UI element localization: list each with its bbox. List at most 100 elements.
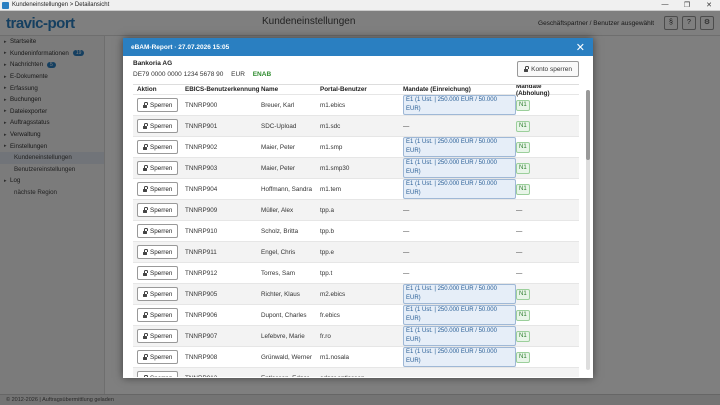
lock-icon [524, 66, 529, 72]
cell-portal-user: m1.smp30 [320, 165, 403, 172]
cell-mandate-submission: E1 (1 Ust. | 250.000 EUR / 50.000 EUR) [403, 179, 516, 199]
lock-user-label: Sperren [150, 290, 173, 298]
cell-name: Richter, Klaus [261, 291, 320, 298]
mandate-retrieval: N1 [516, 141, 530, 153]
cell-portal-user: m1.sdc [320, 123, 403, 130]
cell-portal-user: tpp.t [320, 270, 403, 277]
table-row: Sperren TNNRP907 Lefebvre, Marie fr.ro E1 (1… [133, 325, 579, 346]
lock-user-button[interactable]: Sperren [137, 350, 179, 364]
mandate-submission: E1 (1 Ust. | 250.000 EUR / 50.000 EUR) [403, 305, 516, 325]
cell-ebics-id: TNNRP902 [185, 144, 261, 151]
cell-mandate-retrieval: N1 [516, 120, 576, 132]
lock-user-button[interactable]: Sperren [137, 266, 179, 280]
cell-action: Sperren [133, 182, 185, 196]
cell-mandate-submission: — [403, 123, 516, 130]
iban: DE79 0000 0000 1234 5678 90 [133, 71, 224, 78]
mandate-submission: E1 (1 Ust. | 250.000 EUR / 50.000 EUR) [403, 95, 516, 115]
cell-ebics-id: TNNRP901 [185, 123, 261, 130]
cell-portal-user: fr.ebics [320, 312, 403, 319]
lock-icon [143, 186, 148, 192]
lock-user-button[interactable]: Sperren [137, 308, 179, 322]
maximize-button[interactable]: ❐ [676, 1, 698, 9]
user-name: Hoffmann, Sandra [261, 185, 312, 193]
mandate-retrieval: — [516, 227, 523, 235]
lock-icon [143, 228, 148, 234]
cell-name: Maier, Peter [261, 165, 320, 172]
cell-mandate-retrieval: N1 [516, 288, 576, 300]
cell-action: Sperren [133, 245, 185, 259]
col-ebics-id: EBICS-Benutzerkennung [185, 86, 260, 93]
cell-mandate-submission: E1 (1 Ust. | 250.000 EUR / 50.000 EUR) [403, 305, 516, 325]
lock-user-button[interactable]: Sperren [137, 245, 179, 259]
mandate-submission: — [403, 375, 409, 378]
lock-icon [143, 312, 148, 318]
lock-user-label: Sperren [150, 353, 173, 361]
minimize-button[interactable]: — [654, 1, 676, 9]
mandate-submission: E1 (1 Ust. | 250.000 EUR / 50.000 EUR) [403, 347, 516, 367]
col-name: Name [261, 86, 279, 93]
cell-portal-user: tpp.e [320, 249, 403, 256]
lock-user-button[interactable]: Sperren [137, 287, 179, 301]
mandate-retrieval: — [516, 248, 523, 256]
portal-user: fr.ro [320, 332, 331, 340]
cell-mandate-retrieval: N1 [516, 330, 576, 342]
table-row: Sperren TNNRP908 Grünwald, Werner m1.nosala… [133, 346, 579, 367]
cell-ebics-id: TNNRP903 [185, 165, 261, 172]
cell-mandate-retrieval: — [516, 228, 576, 235]
cell-mandate-submission: — [403, 207, 516, 214]
cell-mandate-submission: — [403, 270, 516, 277]
lock-user-button[interactable]: Sperren [137, 98, 179, 112]
portal-user: m1.sdc [320, 122, 341, 130]
lock-user-button[interactable]: Sperren [137, 161, 179, 175]
cell-name: Scholz, Britta [261, 228, 320, 235]
cell-ebics-id: TNNRP908 [185, 354, 261, 361]
ebics-id: TNNRP900 [185, 101, 218, 109]
lock-user-button[interactable]: Sperren [137, 140, 179, 154]
ebam-report-dialog: eBAM-Report · 27.07.2026 15:05 ✕ Bankori… [123, 38, 593, 378]
close-icon[interactable]: ✕ [576, 41, 585, 54]
lock-account-label: Konto sperren [531, 65, 572, 73]
scrollbar-thumb[interactable] [586, 90, 590, 160]
cell-action: Sperren [133, 266, 185, 280]
cell-name: Lefebvre, Marie [261, 333, 320, 340]
mandate-submission: — [403, 227, 410, 235]
mandate-retrieval: N1 [516, 351, 530, 363]
lock-user-button[interactable]: Sperren [137, 119, 179, 133]
lock-user-button[interactable]: Sperren [137, 182, 179, 196]
table-row: Sperren TNNRP906 Dupont, Charles fr.ebics E1… [133, 304, 579, 325]
lock-icon [143, 123, 148, 129]
cell-mandate-retrieval: — [516, 270, 576, 277]
cell-name: Hoffmann, Sandra [261, 186, 320, 193]
cell-mandate-submission: E1 (1 Ust. | 250.000 EUR / 50.000 EUR) [403, 326, 516, 346]
table-row: Sperren TNNRP911 Engel, Chris tpp.e — — [133, 241, 579, 262]
lock-icon [143, 102, 148, 108]
lock-user-button[interactable]: Sperren [137, 371, 179, 377]
mandate-submission: E1 (1 Ust. | 250.000 EUR / 50.000 EUR) [403, 179, 516, 199]
dialog-scrollbar[interactable] [586, 90, 590, 370]
lock-account-button[interactable]: Konto sperren [517, 61, 579, 77]
ebics-id: TNNRP910 [185, 227, 218, 235]
ebics-id: TNNRP905 [185, 290, 218, 298]
cell-name: Dupont, Charles [261, 312, 320, 319]
lock-icon [143, 291, 148, 297]
user-name: Müller, Alex [261, 206, 294, 214]
user-name: Richter, Klaus [261, 290, 300, 298]
lock-user-label: Sperren [150, 248, 173, 256]
cell-name: Breuer, Karl [261, 102, 320, 109]
lock-user-button[interactable]: Sperren [137, 329, 179, 343]
lock-user-button[interactable]: Sperren [137, 224, 179, 238]
mandate-submission: E1 (1 Ust. | 250.000 EUR / 50.000 EUR) [403, 137, 516, 157]
dialog-title: eBAM-Report · 27.07.2026 15:05 [131, 43, 230, 51]
cell-name: Maier, Peter [261, 144, 320, 151]
mandate-retrieval: N1 [516, 120, 530, 132]
cell-mandate-retrieval: N1 [516, 309, 576, 321]
cell-action: Sperren [133, 161, 185, 175]
table-header: Aktion EBICS-Benutzerkennung Name Portal… [133, 85, 579, 97]
close-window-button[interactable]: ✕ [698, 1, 720, 9]
ebics-id: TNNRP909 [185, 206, 218, 214]
col-mandate-submission: Mandate (Einreichung) [403, 86, 471, 93]
lock-user-label: Sperren [150, 122, 173, 130]
user-name: Dupont, Charles [261, 311, 307, 319]
lock-user-button[interactable]: Sperren [137, 203, 179, 217]
user-name: Entlassen, Edgar [261, 375, 309, 378]
